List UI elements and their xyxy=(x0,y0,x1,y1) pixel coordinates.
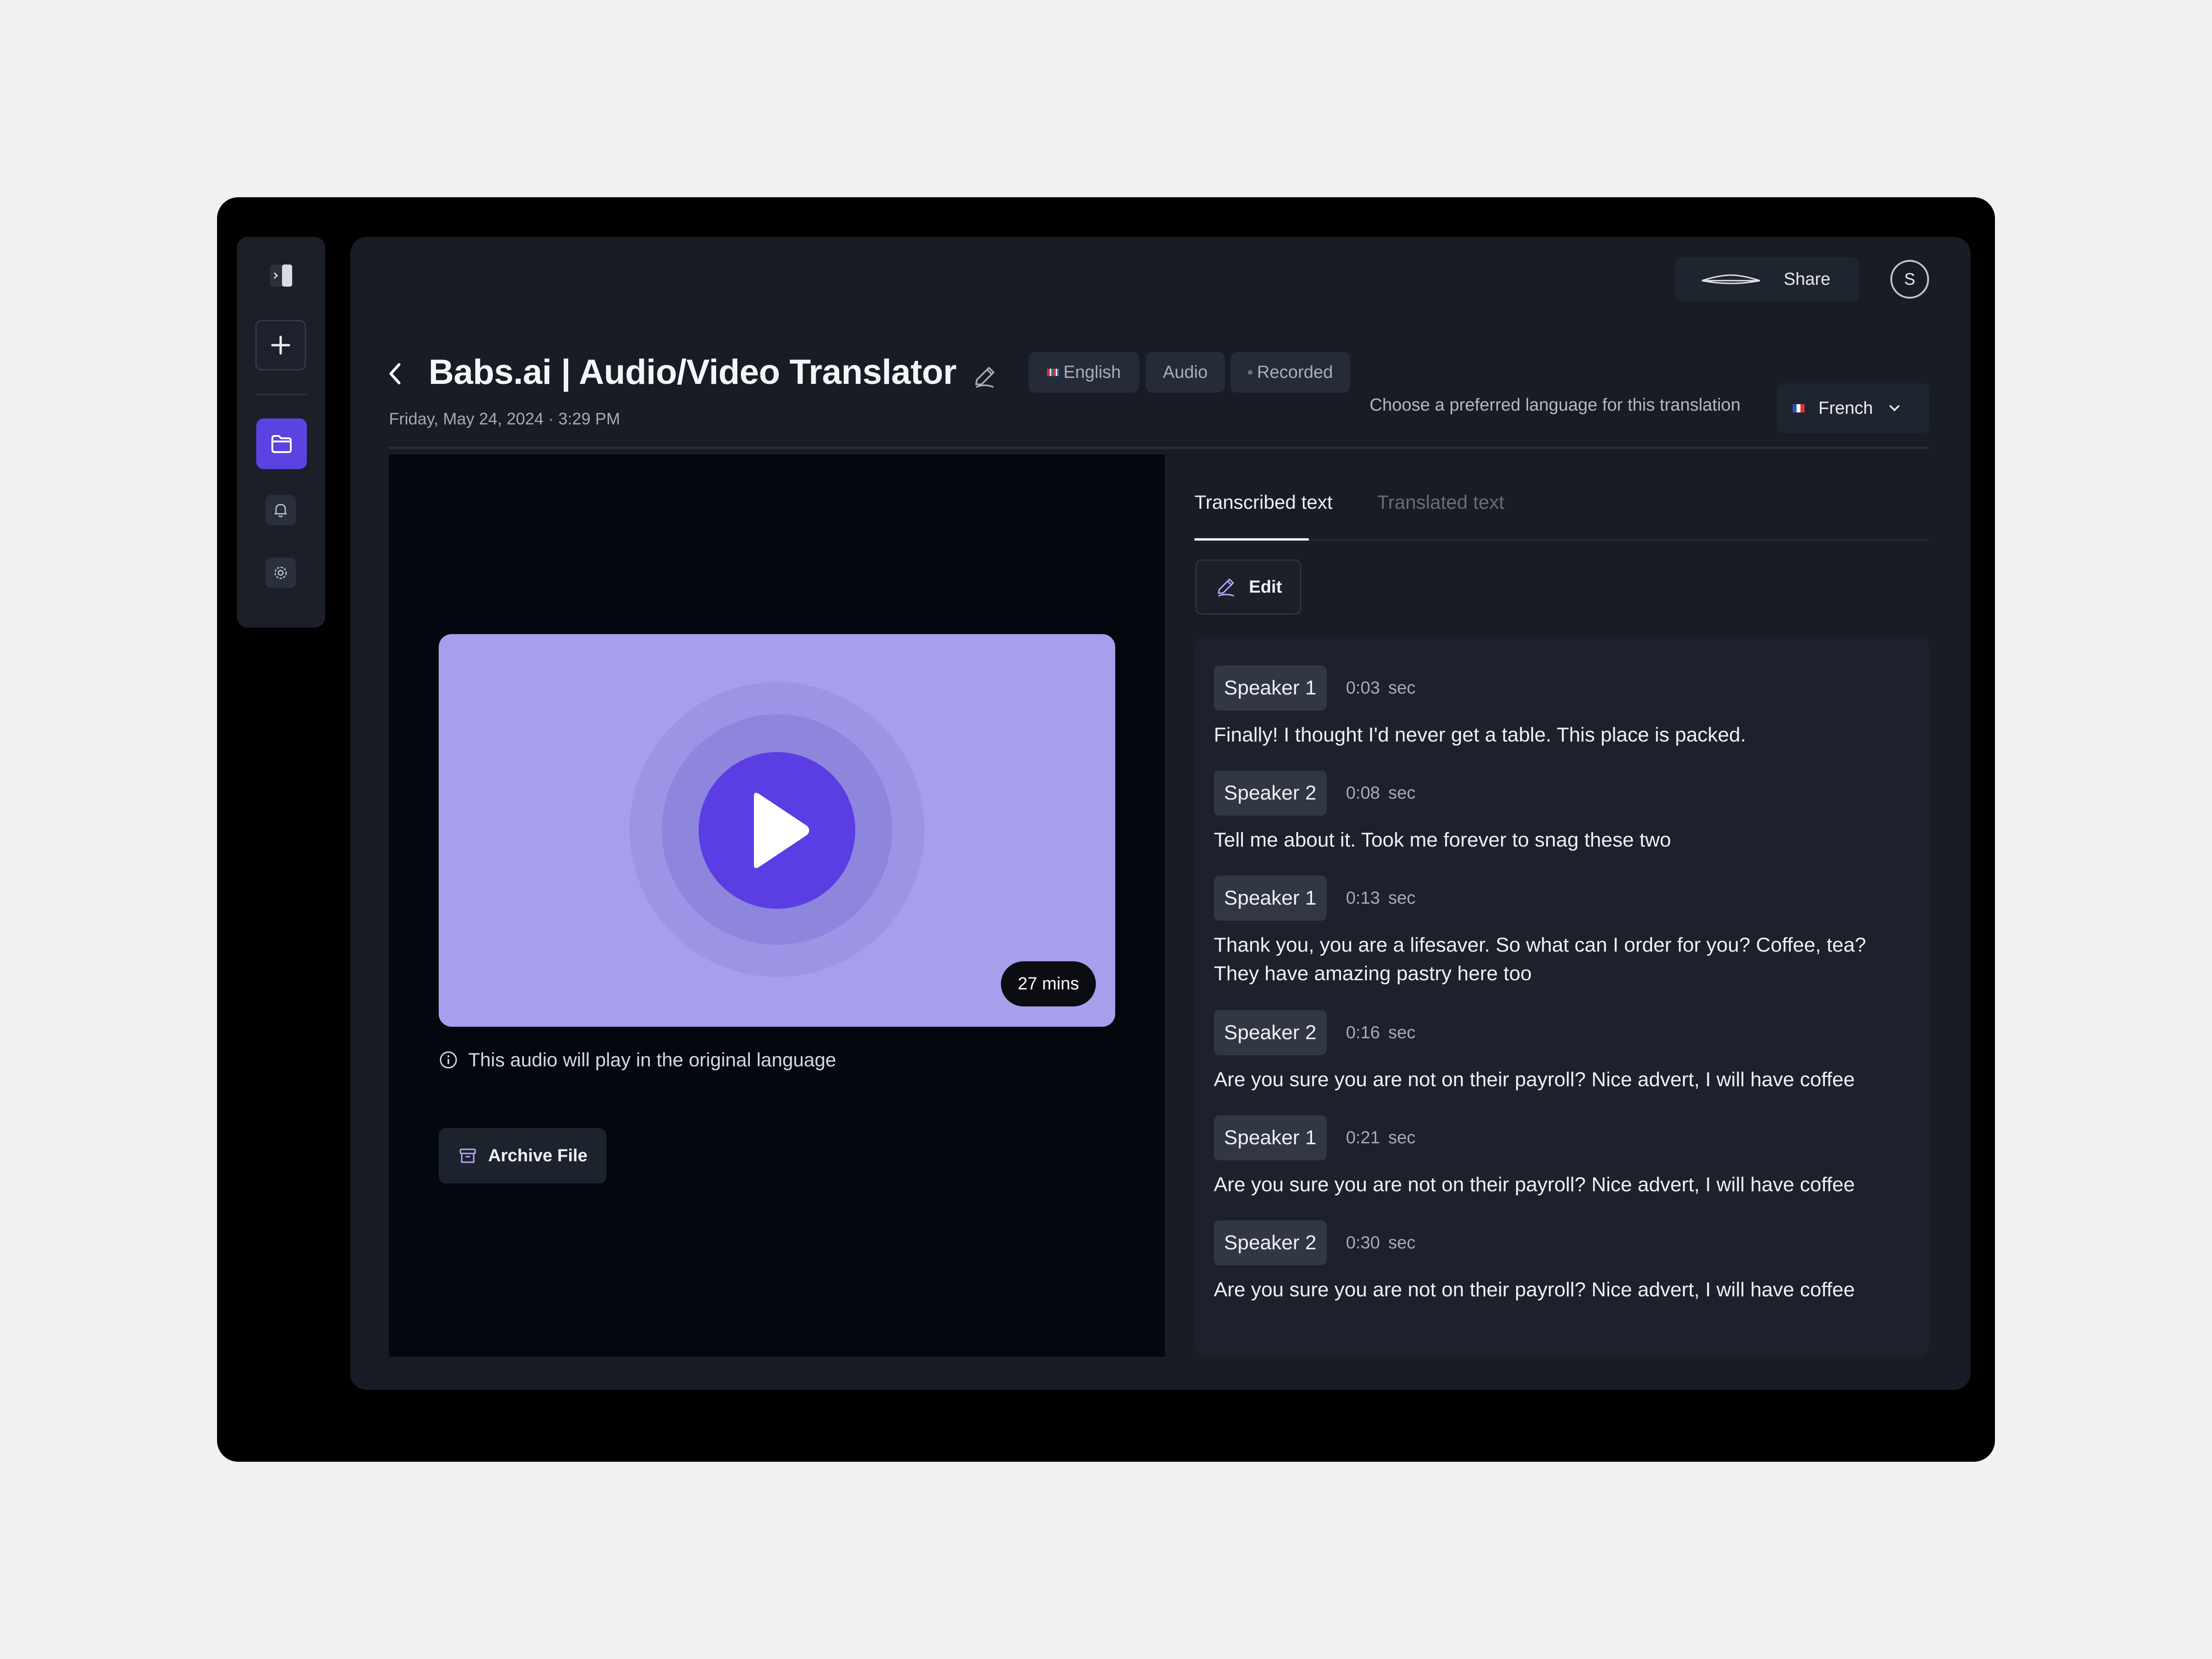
archive-file-button[interactable]: Archive File xyxy=(439,1128,606,1183)
timestamp: 0:13 sec xyxy=(1346,888,1416,908)
transcript-text: Are you sure you are not on their payrol… xyxy=(1214,1173,1855,1196)
recording-date: Friday, May 24, 2024 · 3:29 PM xyxy=(389,409,620,428)
speaker-label: Speaker 2 xyxy=(1214,1220,1327,1265)
sidebar-toggle-icon[interactable] xyxy=(266,261,296,290)
timestamp: 0:16 sec xyxy=(1346,1023,1416,1042)
folder-icon[interactable] xyxy=(256,418,307,469)
transcript-entry: Speaker 1 0:03 sec Finally! I thought I'd… xyxy=(1214,665,1910,749)
archive-icon xyxy=(459,1148,476,1163)
speaker-label: Speaker 1 xyxy=(1214,1115,1327,1160)
play-button[interactable] xyxy=(699,752,855,909)
edit-title-icon[interactable] xyxy=(971,362,1000,392)
preferred-language-label: Choose a preferred language for this tra… xyxy=(1370,395,1741,415)
sidebar xyxy=(237,237,325,628)
timestamp: 0:03 sec xyxy=(1346,678,1416,698)
new-item-button[interactable] xyxy=(255,320,306,371)
gear-icon[interactable] xyxy=(265,558,296,588)
transcript-text: Are you sure you are not on their payrol… xyxy=(1214,1278,1855,1301)
speaker-label: Speaker 2 xyxy=(1214,771,1327,816)
language-tag: English xyxy=(1029,352,1139,393)
share-icon xyxy=(1701,274,1760,284)
media-type-tag: Audio xyxy=(1146,352,1225,393)
info-icon xyxy=(440,1051,457,1069)
transcript-entry: Speaker 2 0:08 sec Tell me about it. Took… xyxy=(1214,771,1910,854)
play-icon xyxy=(754,793,809,868)
avatar[interactable]: S xyxy=(1890,260,1929,299)
header-divider xyxy=(389,447,1929,449)
transcript-entry: Speaker 1 0:13 sec Thank you, you are a l… xyxy=(1214,876,1910,988)
chevron-down-icon xyxy=(1889,405,1900,412)
tab-translated-text[interactable]: Translated text xyxy=(1377,491,1504,513)
pencil-icon xyxy=(1218,578,1235,597)
video-area: 27 mins This audio will play in the orig… xyxy=(389,454,1165,1357)
main-panel: Share S Babs.ai | Audio/Video Translator… xyxy=(350,237,1971,1390)
speaker-label: Speaker 1 xyxy=(1214,876,1327,921)
transcript-list: Speaker 1 0:03 sec Finally! I thought I'd… xyxy=(1194,637,1929,1357)
selected-language: French xyxy=(1818,398,1873,418)
transcript-entry: Speaker 1 0:21 sec Are you sure you are n… xyxy=(1214,1115,1910,1199)
transcript-entry: Speaker 2 0:16 sec Are you sure you are n… xyxy=(1214,1010,1910,1094)
edit-button[interactable]: Edit xyxy=(1195,559,1301,615)
timestamp: 0:08 sec xyxy=(1346,783,1416,803)
sidebar-divider xyxy=(255,394,307,395)
transcript-text: Finally! I thought I'd never get a table… xyxy=(1214,724,1746,746)
share-button[interactable]: Share xyxy=(1675,257,1859,301)
timestamp: 0:21 sec xyxy=(1346,1128,1416,1147)
back-button[interactable] xyxy=(385,358,413,390)
page-title: Babs.ai | Audio/Video Translator xyxy=(429,353,957,392)
status-dot-icon xyxy=(1247,370,1253,375)
speaker-label: Speaker 1 xyxy=(1214,665,1327,711)
language-select[interactable]: French xyxy=(1777,383,1929,433)
uk-flag-icon xyxy=(1047,369,1059,376)
share-label: Share xyxy=(1783,269,1830,289)
transcript-entry: Speaker 2 0:30 sec Are you sure you are n… xyxy=(1214,1220,1910,1304)
speaker-label: Speaker 2 xyxy=(1214,1010,1327,1055)
media-thumbnail[interactable]: 27 mins xyxy=(439,634,1115,1027)
transcript-text: Tell me about it. Took me forever to sna… xyxy=(1214,829,1671,851)
audio-info-text: This audio will play in the original lan… xyxy=(468,1049,836,1071)
transcript-text: Are you sure you are not on their payrol… xyxy=(1214,1068,1855,1091)
chevron-left-icon xyxy=(389,363,400,384)
timestamp: 0:30 sec xyxy=(1346,1233,1416,1253)
audio-info: This audio will play in the original lan… xyxy=(439,1049,836,1071)
bell-icon[interactable] xyxy=(265,495,296,525)
duration-badge: 27 mins xyxy=(1001,961,1096,1006)
active-tab-indicator xyxy=(1194,538,1309,541)
status-tag: Recorded xyxy=(1230,352,1350,393)
france-flag-icon xyxy=(1793,404,1805,412)
tab-transcribed-text[interactable]: Transcribed text xyxy=(1194,491,1333,513)
transcript-text: Thank you, you are a lifesaver. So what … xyxy=(1214,934,1866,985)
